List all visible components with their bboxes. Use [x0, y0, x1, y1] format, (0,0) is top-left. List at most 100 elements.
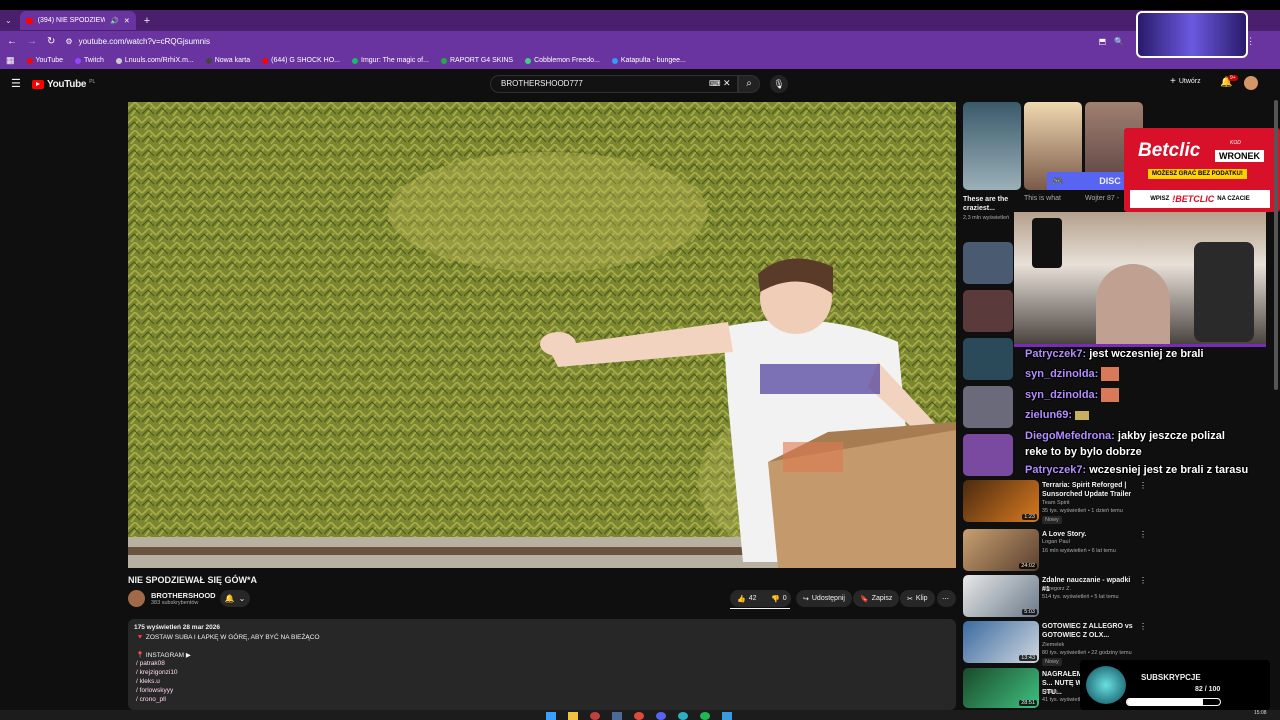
- bookmark[interactable]: Cobblemon Freedo...: [525, 57, 600, 64]
- install-icon[interactable]: ⬒: [1099, 37, 1107, 46]
- create-button[interactable]: + Utwórz: [1170, 76, 1201, 87]
- microphone-arm: [1032, 218, 1062, 268]
- bookmark[interactable]: YouTube: [26, 57, 63, 64]
- search-icon: ⌕: [746, 78, 752, 89]
- bookmark[interactable]: RAPORT G4 SKINS: [440, 57, 513, 64]
- keyboard-icon[interactable]: ⌨: [709, 79, 721, 88]
- related-thumbnail[interactable]: 28:51: [963, 668, 1039, 708]
- more-actions-button[interactable]: ⋯: [937, 590, 956, 607]
- gaming-chair: [1194, 242, 1254, 342]
- youtube-play-icon: [32, 80, 44, 89]
- save-button[interactable]: 🔖 Zapisz: [853, 590, 900, 607]
- new-tab-button[interactable]: +: [144, 15, 150, 27]
- steam-icon[interactable]: [612, 712, 622, 720]
- clear-search-icon[interactable]: ✕: [723, 78, 731, 89]
- description-line[interactable]: / kleks.u: [136, 678, 160, 685]
- more-icon[interactable]: ⋮: [1139, 576, 1147, 585]
- sub-goal-label: SUBSKRYPCJE: [1141, 673, 1201, 682]
- channel-name[interactable]: BROTHERSHOOD: [151, 591, 216, 600]
- related-thumbnail[interactable]: [963, 386, 1013, 428]
- back-icon[interactable]: ←: [7, 36, 17, 47]
- search-button[interactable]: ⌕: [738, 75, 760, 93]
- spotify-icon[interactable]: [700, 712, 710, 720]
- related-channel[interactable]: Ziemelek: [1042, 641, 1064, 649]
- folder-icon[interactable]: [568, 712, 578, 720]
- speaker-icon[interactable]: 🔊: [110, 17, 119, 25]
- app-icon[interactable]: [590, 712, 600, 720]
- chat-message: reke to by bylo dobrze: [1025, 446, 1142, 458]
- voice-search-button[interactable]: 🎙: [770, 75, 788, 93]
- related-title[interactable]: Wojter 87 -: [1085, 195, 1119, 203]
- related-thumbnail[interactable]: 13:43: [963, 621, 1039, 663]
- page-scrollbar[interactable]: [1274, 100, 1278, 390]
- forward-icon[interactable]: →: [27, 36, 37, 47]
- sponsor-cta-suffix: NA CZACIE: [1217, 196, 1250, 202]
- video-player[interactable]: [128, 102, 956, 568]
- edge-icon[interactable]: [678, 712, 688, 720]
- picture-in-picture-preview[interactable]: [1136, 11, 1248, 58]
- navigation-bar: ← → ↻ ⚙ youtube.com/watch?v=cRQGjsumnis …: [0, 31, 1280, 52]
- related-thumbnail[interactable]: 5:03: [963, 575, 1039, 617]
- chrome-icon[interactable]: [634, 712, 644, 720]
- share-button[interactable]: ↪ Udostępnij: [796, 590, 852, 607]
- search-input[interactable]: BROTHERSHOOD777: [490, 75, 738, 93]
- address-bar[interactable]: youtube.com/watch?v=cRQGjsumnis: [79, 37, 1099, 46]
- related-channel[interactable]: Franio: [1042, 688, 1058, 696]
- browser-tab[interactable]: (394) NIE SPODZIEWAŁ SIĘ 🔊 ✕: [19, 11, 136, 30]
- description-line: 🔻 ZOSTAW SUBA I ŁAPKĘ W GÓRĘ, ABY BYĆ NA…: [136, 634, 320, 641]
- discord-taskbar-icon[interactable]: [656, 712, 666, 720]
- related-title[interactable]: This is what: [1024, 195, 1061, 203]
- related-channel[interactable]: Grzegorz Z.: [1042, 585, 1071, 593]
- clock-time[interactable]: 15:08: [1254, 710, 1267, 716]
- like-button[interactable]: 👍 42: [730, 590, 764, 607]
- related-thumbnail[interactable]: [963, 338, 1013, 380]
- description-line[interactable]: / patrak08: [136, 660, 165, 667]
- video-frame: [128, 102, 956, 568]
- reload-icon[interactable]: ↻: [47, 36, 55, 47]
- notifications-button[interactable]: 🔔 9+: [1220, 75, 1238, 88]
- app-icon[interactable]: [722, 712, 732, 720]
- site-info-icon[interactable]: ⚙: [65, 37, 72, 46]
- related-thumbnail[interactable]: [963, 290, 1013, 332]
- dislike-button[interactable]: 👎 0: [764, 590, 791, 607]
- account-avatar[interactable]: [1244, 76, 1258, 90]
- youtube-logo[interactable]: YouTube PL: [32, 79, 95, 90]
- channel-avatar[interactable]: [128, 590, 145, 607]
- bookmark[interactable]: Lnuuls.com/RrhiX.m...: [115, 57, 194, 64]
- notification-bell-button[interactable]: 🔔 ⌄: [220, 590, 250, 607]
- discord-label: DISC: [1099, 176, 1121, 186]
- related-thumbnail[interactable]: [963, 102, 1021, 190]
- related-thumbnail[interactable]: 1:23: [963, 480, 1039, 522]
- description-line[interactable]: / crono_pll: [136, 696, 166, 703]
- bookmark[interactable]: Nowa karta: [205, 57, 250, 64]
- more-icon[interactable]: ⋮: [1139, 530, 1147, 539]
- related-channel[interactable]: Logan Paul: [1042, 538, 1070, 546]
- bookmark[interactable]: (644) G SHOCK HO...: [262, 57, 340, 64]
- description-line[interactable]: / krejzigonzi10: [136, 669, 178, 676]
- related-channel[interactable]: Team Spirit: [1042, 499, 1070, 507]
- chat-message: zielun69:: [1025, 409, 1090, 421]
- bookmark[interactable]: Twitch: [75, 57, 104, 64]
- related-thumbnail[interactable]: 24:02: [963, 529, 1039, 571]
- chat-message: syn_dzinolda:: [1025, 367, 1120, 381]
- zoom-icon[interactable]: 🔍: [1114, 37, 1124, 46]
- bookmark-label: Cobblemon Freedo...: [534, 57, 600, 64]
- start-icon[interactable]: [546, 712, 556, 720]
- tab-search-icon[interactable]: ⌄: [5, 16, 12, 25]
- thumbs-down-icon: 👎: [771, 595, 780, 603]
- related-title[interactable]: These are the craziest...: [963, 195, 1013, 213]
- related-title[interactable]: GOTOWIEC Z ALLEGRO vs GOTOWIEC Z OLX...: [1042, 622, 1134, 640]
- more-icon[interactable]: ⋮: [1139, 481, 1147, 490]
- description-line[interactable]: / forlowskyyy: [136, 687, 173, 694]
- tab-close-icon[interactable]: ✕: [124, 17, 130, 25]
- apps-icon[interactable]: ▦: [6, 55, 15, 66]
- bookmark[interactable]: Imgur: The magic of...: [352, 57, 429, 64]
- bookmark[interactable]: Katapulta - bungee...: [611, 57, 686, 64]
- related-title[interactable]: Terraria: Spirit Reforged | Sunsorched U…: [1042, 481, 1134, 499]
- more-icon[interactable]: ⋮: [1139, 622, 1147, 631]
- clip-button[interactable]: ✂ Klip: [900, 590, 935, 607]
- hamburger-menu-icon[interactable]: ☰: [11, 77, 21, 90]
- related-thumbnail[interactable]: [963, 242, 1013, 284]
- chat-message: Patryczek7: wczesniej jest ze brali z ta…: [1025, 464, 1248, 476]
- related-thumbnail[interactable]: [963, 434, 1013, 476]
